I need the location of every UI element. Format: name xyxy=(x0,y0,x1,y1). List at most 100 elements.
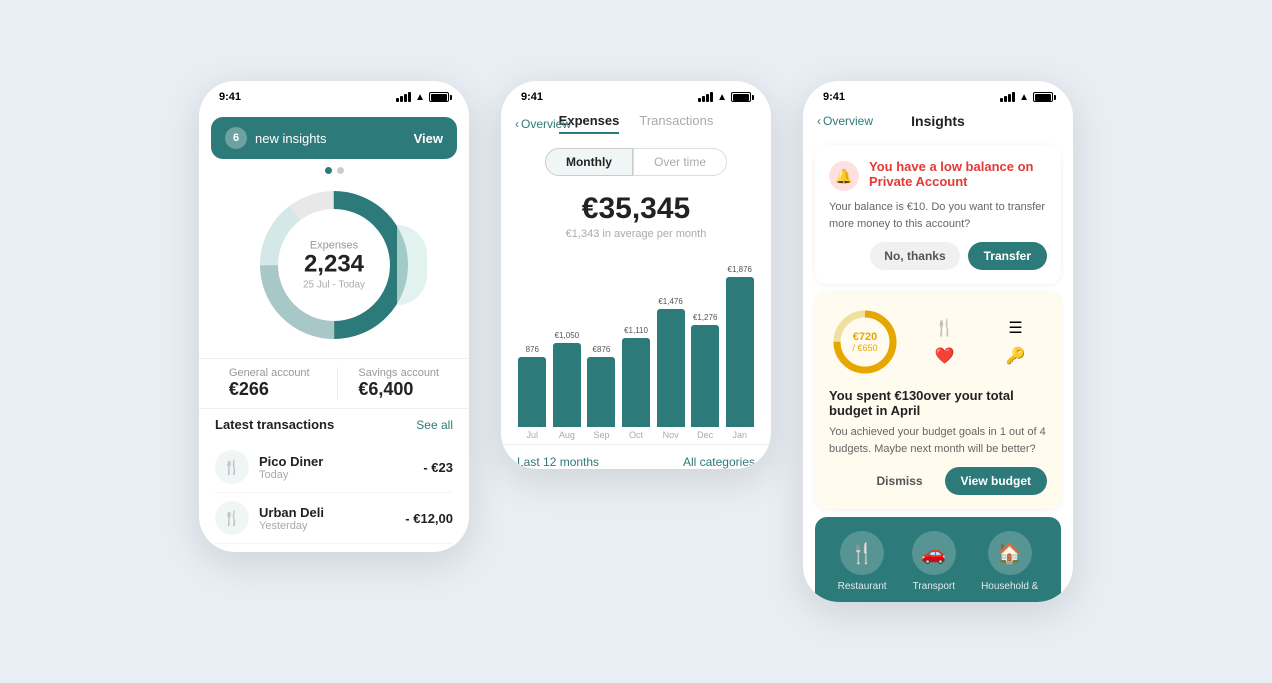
alert-body: Your balance is €10. Do you want to tran… xyxy=(829,199,1047,232)
bar-Oct[interactable] xyxy=(622,338,650,427)
bar-col-Oct: €1,110Oct xyxy=(621,326,652,440)
categories-row: 🍴 Restaurant 🚗 Transport 🏠 Household & xyxy=(825,531,1051,592)
trans-icon-2: 🍴 xyxy=(215,501,249,535)
toggle-monthly[interactable]: Monthly xyxy=(545,148,633,176)
trans-amount-2: - €12,00 xyxy=(405,511,453,526)
bar-col-Jul: 876 Jul xyxy=(517,345,548,440)
general-account-value: €266 xyxy=(229,379,310,400)
accounts-row: General account €266 Savings account €6,… xyxy=(199,358,469,408)
budget-donut: €720 / €650 xyxy=(829,306,901,378)
bar-label-top: 876 xyxy=(526,345,539,354)
category-label-household: Household & xyxy=(981,581,1038,592)
bar-month-Aug: Aug xyxy=(559,430,575,440)
bar-Sep[interactable] xyxy=(587,357,615,427)
bar-col-Aug: €1,050 Aug xyxy=(552,331,583,440)
alert-icon: 🔔 xyxy=(829,161,859,191)
dismiss-button[interactable]: Dismiss xyxy=(863,467,937,495)
bar-col-Dec: €1,276Dec xyxy=(690,313,721,440)
phone-insights: 9:41 ▲ ‹ Ove xyxy=(803,81,1073,602)
battery-icon-2 xyxy=(731,92,751,102)
carousel-dots xyxy=(199,167,469,174)
budget-donut-val: €720 xyxy=(852,331,877,343)
bar-Aug[interactable] xyxy=(553,343,581,427)
chart-filter[interactable]: All categories xyxy=(683,455,755,469)
trans-icon-1: 🍴 xyxy=(215,450,249,484)
wifi-icon: ▲ xyxy=(415,92,425,103)
dot-2[interactable] xyxy=(337,167,344,174)
bar-month-Nov: Nov xyxy=(663,430,679,440)
insights-nav: ‹ Overview Insights xyxy=(803,109,1073,137)
bar-month-Jan: Jan xyxy=(733,430,748,440)
table-row[interactable]: 🍴 Pico Diner Today - €23 xyxy=(215,442,453,493)
battery-icon-3 xyxy=(1033,92,1053,102)
toggle-row: Monthly Over time xyxy=(517,148,755,176)
no-thanks-button[interactable]: No, thanks xyxy=(870,242,959,270)
chart-total-value: €35,345 xyxy=(501,192,771,226)
bar-col-Sep: €876 Sep xyxy=(586,345,617,440)
donut-date: 25 Jul - Today xyxy=(303,280,365,291)
bar-label-top: €1,110 xyxy=(624,326,648,335)
budget-icon-list: ☰ xyxy=(984,318,1047,338)
category-transport[interactable]: 🚗 Transport xyxy=(912,531,956,592)
chart-period[interactable]: Last 12 months xyxy=(517,455,599,469)
signal-icon-2 xyxy=(698,92,713,102)
budget-card-body: You achieved your budget goals in 1 out … xyxy=(829,424,1047,457)
insights-nav-back[interactable]: ‹ Overview xyxy=(817,114,873,128)
category-icon-transport: 🚗 xyxy=(912,531,956,575)
alert-card: 🔔 You have a low balance on Private Acco… xyxy=(815,145,1061,284)
dot-1[interactable] xyxy=(325,167,332,174)
insights-view-btn[interactable]: View xyxy=(414,131,443,146)
budget-donut-sub: / €650 xyxy=(852,343,877,353)
toggle-overtime[interactable]: Over time xyxy=(633,148,727,176)
bar-label-top: €1,476 xyxy=(658,297,682,306)
bar-col-Jan: €1,876Jan xyxy=(724,265,755,440)
see-all-btn[interactable]: See all xyxy=(416,418,453,432)
insights-title: Insights xyxy=(911,113,965,129)
donut-center: Expenses 2,234 25 Jul - Today xyxy=(303,239,365,290)
view-budget-button[interactable]: View budget xyxy=(945,467,1047,495)
trans-date-2: Yesterday xyxy=(259,520,395,532)
budget-icon-fork: 🍴 xyxy=(913,318,976,338)
phone-expenses: 9:41 ▲ ‹ Ove xyxy=(501,81,771,469)
category-icon-restaurant: 🍴 xyxy=(840,531,884,575)
transactions-title: Latest transactions xyxy=(215,417,334,432)
bar-Jul[interactable] xyxy=(518,357,546,427)
bar-Jan[interactable] xyxy=(726,277,754,427)
bar-label-top: €1,050 xyxy=(555,331,579,340)
table-row[interactable]: 🍴 Urban Deli Yesterday - €12,00 xyxy=(215,493,453,544)
nav-back[interactable]: ‹ Overview xyxy=(515,117,571,131)
bar-Nov[interactable] xyxy=(657,309,685,427)
bar-month-Jul: Jul xyxy=(527,430,539,440)
chart-total-sub: €1,343 in average per month xyxy=(501,228,771,240)
budget-icons-grid: 🍴 ☰ ❤️ 🔑 xyxy=(913,318,1047,366)
donut-value: 2,234 xyxy=(303,251,365,277)
trans-amount-1: - €23 xyxy=(423,460,453,475)
nav-tabs-center: Expenses Transactions xyxy=(559,113,714,134)
budget-card: €720 / €650 🍴 ☰ ❤️ 🔑 You spent €130over … xyxy=(815,292,1061,509)
bar-col-Nov: €1,476 Nov xyxy=(655,297,686,440)
insights-banner[interactable]: 6 new insights View xyxy=(211,117,457,159)
trans-name-1: Pico Diner xyxy=(259,454,413,469)
category-label-transport: Transport xyxy=(913,581,955,592)
alert-actions: No, thanks Transfer xyxy=(829,242,1047,270)
bar-Dec[interactable] xyxy=(691,325,719,427)
bar-label-top: €1,276 xyxy=(693,313,717,322)
transfer-button[interactable]: Transfer xyxy=(968,242,1047,270)
budget-card-title: You spent €130over your total budget in … xyxy=(829,388,1047,418)
transactions-header: Latest transactions See all xyxy=(215,417,453,432)
general-account-label: General account xyxy=(229,367,310,379)
wifi-icon-2: ▲ xyxy=(717,92,727,103)
bar-label-top: €876 xyxy=(593,345,611,354)
savings-account-value: €6,400 xyxy=(358,379,439,400)
category-restaurant[interactable]: 🍴 Restaurant xyxy=(838,531,887,592)
status-bar-3: 9:41 ▲ xyxy=(803,81,1073,109)
status-bar-1: 9:41 ▲ xyxy=(199,81,469,109)
insights-text: new insights xyxy=(255,131,327,146)
insights-count: 6 xyxy=(225,127,247,149)
chart-footer: Last 12 months All categories xyxy=(501,444,771,469)
tab-transactions[interactable]: Transactions xyxy=(639,113,713,134)
time-1: 9:41 xyxy=(219,91,241,103)
time-2: 9:41 xyxy=(521,91,543,103)
category-household[interactable]: 🏠 Household & xyxy=(981,531,1038,592)
bar-month-Sep: Sep xyxy=(593,430,609,440)
